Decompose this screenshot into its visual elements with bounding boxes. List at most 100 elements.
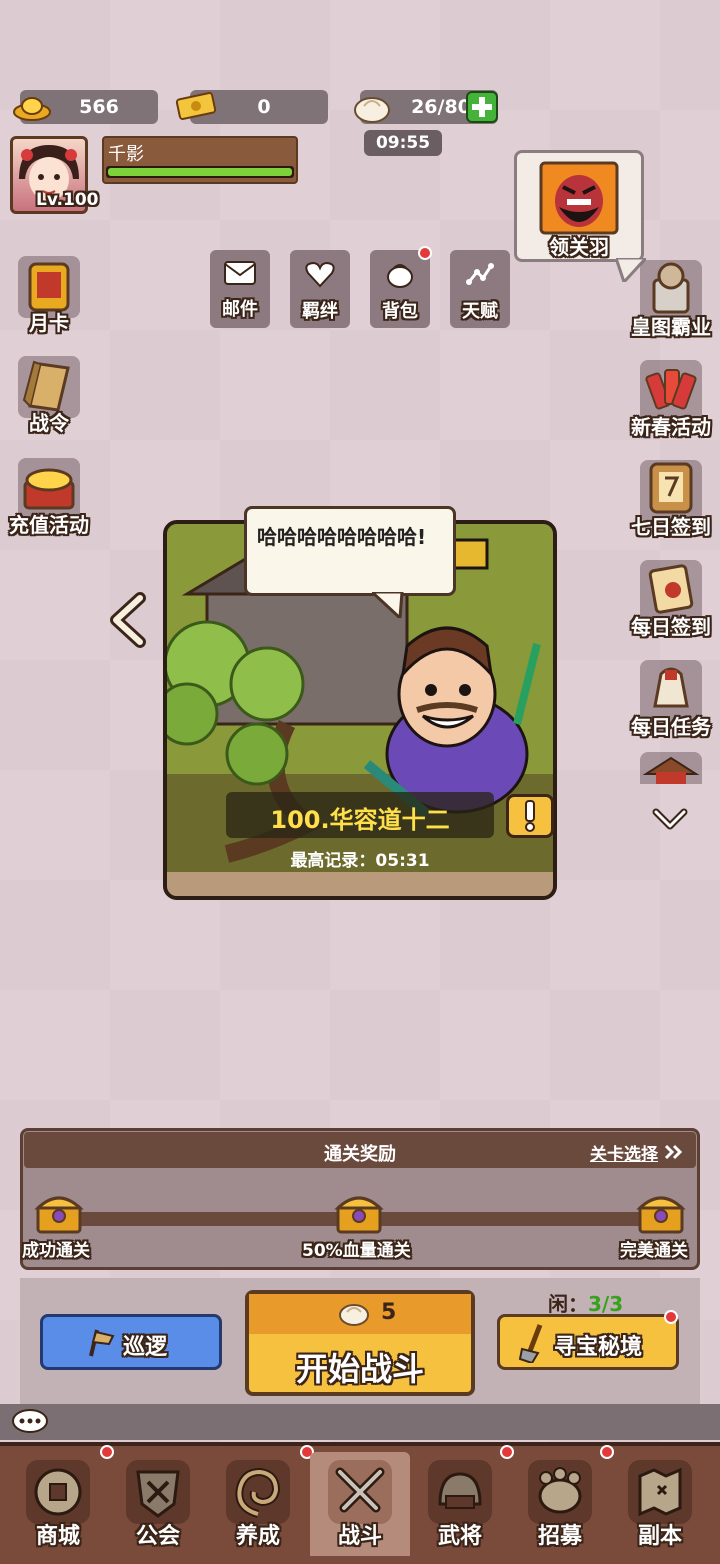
month-card-button[interactable]: 月卡	[10, 252, 88, 335]
previous-stage-arrow-icon[interactable]	[106, 592, 150, 648]
talent-button[interactable]: 天赋	[450, 250, 510, 328]
bond-label: 羁绊	[302, 301, 338, 322]
tab-shop-label: 商城	[35, 1524, 80, 1549]
plus-icon	[472, 97, 492, 117]
tab-guild-label: 公会	[135, 1524, 180, 1549]
recharge-icon	[23, 468, 75, 510]
reward-label-perfect: 完美通关	[620, 1241, 688, 1261]
seven-day-button[interactable]: 七日签到	[631, 456, 711, 539]
tab-guild[interactable]: 公会	[108, 1452, 208, 1556]
seven-day-label: 七日签到	[631, 515, 711, 539]
start-battle-button[interactable]: 5 开始战斗	[245, 1290, 475, 1396]
battle-pass-icon	[22, 360, 70, 412]
spring-event-label: 新春活动	[631, 415, 711, 439]
crossed-swords-icon	[335, 1467, 385, 1513]
daily-checkin-label: 每日签到	[631, 615, 711, 639]
add-stamina-button[interactable]	[466, 91, 498, 123]
mail-icon	[224, 261, 256, 285]
guan-yu-portrait-icon	[539, 161, 619, 235]
double-chevron-right-icon	[664, 1144, 683, 1160]
gold-ingot-icon	[13, 97, 51, 121]
treasure-notification-dot	[664, 1310, 678, 1324]
idle-counter: 闲：3/3	[548, 1288, 623, 1317]
talent-label: 天赋	[462, 301, 498, 322]
battle-pass-button[interactable]: 战令	[10, 352, 88, 435]
bag-notification-dot	[418, 246, 432, 260]
gold-counter: 566	[13, 90, 158, 124]
recharge-button[interactable]: 充值活动	[9, 454, 89, 537]
tab-general-label: 武将	[437, 1524, 482, 1549]
tab-growth[interactable]: 养成	[208, 1452, 308, 1556]
seven-day-icon	[649, 462, 693, 514]
hp-bar-fill	[108, 168, 292, 176]
patrol-button[interactable]: 巡逻	[40, 1314, 222, 1370]
scroll-down-chevron-icon[interactable]	[652, 806, 688, 832]
daily-checkin-icon	[648, 564, 694, 614]
daily-task-button[interactable]: 每日任务	[631, 656, 711, 739]
player-level: Lv.100	[36, 190, 99, 210]
treasure-chest-icon[interactable]	[636, 1188, 686, 1234]
bag-label: 背包	[382, 301, 418, 322]
treasure-chest-icon[interactable]	[334, 1188, 384, 1234]
tab-recruit-label: 招募	[537, 1524, 582, 1549]
featured-hero-card[interactable]: 领关羽	[514, 150, 644, 262]
stage-base	[167, 872, 553, 896]
tab-battle[interactable]: 战斗	[310, 1452, 410, 1556]
speech-bubble-tail-icon	[372, 592, 404, 618]
ticket-value: 0	[257, 96, 271, 118]
gold-value: 566	[79, 96, 119, 118]
stage-info-button[interactable]	[506, 794, 554, 838]
daily-task-label: 每日任务	[631, 715, 711, 739]
bun-icon	[354, 97, 390, 123]
patrol-flag-icon	[89, 1329, 115, 1357]
stamina-value: 26/80	[411, 96, 471, 118]
bag-button[interactable]: 背包	[370, 246, 432, 328]
start-battle-label: 开始战斗	[295, 1350, 424, 1388]
daily-checkin-button[interactable]: 每日签到	[631, 556, 711, 639]
featured-hero-name: 领关羽	[549, 235, 609, 259]
treasure-hunt-button[interactable]: 寻宝秘境	[497, 1314, 679, 1370]
emperor-label: 皇图霸业	[631, 315, 711, 339]
stage-select-label: 关卡选择	[590, 1145, 658, 1165]
month-card-icon	[28, 262, 70, 312]
mail-button[interactable]: 邮件	[210, 250, 270, 328]
chat-bar[interactable]	[0, 1404, 720, 1440]
best-record: 最高记录：05:31	[290, 851, 430, 871]
bag-icon	[387, 264, 413, 288]
emperor-icon	[652, 262, 690, 314]
shop-icon	[34, 1468, 82, 1516]
helmet-icon	[438, 1472, 482, 1509]
tab-battle-label: 战斗	[337, 1524, 382, 1549]
ticket-icon	[175, 92, 217, 120]
recruit-icon	[538, 1467, 582, 1514]
emperor-button[interactable]: 皇图霸业	[631, 256, 711, 339]
tab-recruit[interactable]: 招募	[510, 1452, 610, 1556]
idle-label: 闲：	[548, 1292, 588, 1316]
patrol-label: 巡逻	[123, 1335, 168, 1360]
player-name: 千影	[108, 144, 144, 165]
idle-value: 3/3	[588, 1292, 624, 1316]
growth-icon	[235, 1467, 281, 1518]
treasure-chest-icon[interactable]	[34, 1188, 84, 1234]
countdown-timer: 09:55	[364, 130, 442, 156]
character-speech-bubble: 哈哈哈哈哈哈哈哈!	[244, 506, 456, 596]
stage-select-link[interactable]: 关卡选择	[590, 1140, 684, 1165]
shovel-icon	[518, 1324, 543, 1363]
chat-bubble-icon	[12, 1409, 48, 1433]
treasure-hunt-label: 寻宝秘境	[554, 1335, 643, 1360]
map-scroll-icon	[638, 1467, 682, 1517]
start-cost: 5	[381, 1300, 397, 1325]
stage-name: 100.华容道十二	[270, 806, 450, 834]
tab-shop[interactable]: 商城	[8, 1452, 108, 1556]
tab-general[interactable]: 武将	[410, 1452, 510, 1556]
tab-dungeon[interactable]: 副本	[610, 1452, 710, 1556]
guild-icon	[136, 1470, 180, 1518]
spring-event-button[interactable]: 新春活动	[631, 356, 711, 439]
battle-pass-label: 战令	[29, 411, 69, 435]
firecracker-icon	[645, 369, 697, 410]
more-menu-item-partial	[640, 752, 702, 784]
month-card-label: 月卡	[29, 311, 69, 335]
bun-cost-icon	[339, 1304, 369, 1326]
bond-button[interactable]: 羁绊	[290, 250, 350, 328]
recharge-label: 充值活动	[9, 513, 89, 537]
